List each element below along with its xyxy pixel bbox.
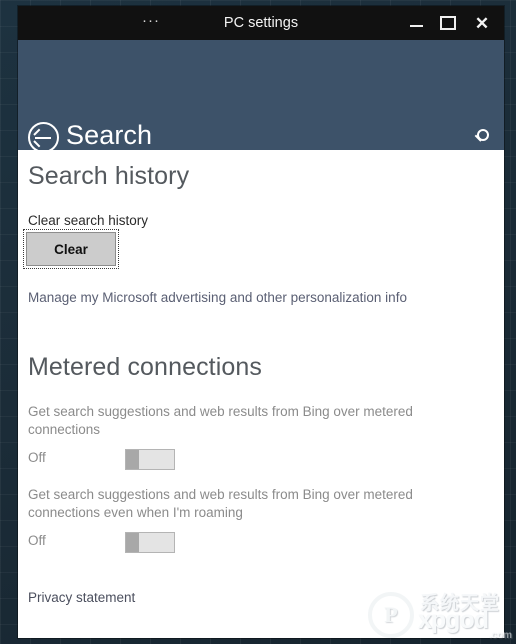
section-heading-metered-connections: Metered connections: [28, 353, 262, 381]
back-arrow-icon[interactable]: [28, 122, 59, 153]
pc-settings-window: ··· PC settings ✕ Search Search history …: [18, 6, 504, 638]
close-button[interactable]: ✕: [466, 6, 498, 40]
settings-content: Search history Clear search history Clea…: [18, 150, 504, 638]
toggle-thumb: [126, 533, 139, 552]
metered-bing-toggle-state: Off: [28, 450, 46, 465]
back-arrow-glyph: [35, 136, 51, 139]
privacy-statement-link[interactable]: Privacy statement: [28, 590, 135, 605]
metered-roaming-toggle[interactable]: [125, 532, 175, 553]
metered-roaming-toggle-row: Off: [28, 532, 268, 554]
close-icon: ✕: [474, 13, 490, 33]
minimize-button[interactable]: [400, 6, 432, 40]
toggle-thumb: [126, 450, 139, 469]
metered-bing-toggle[interactable]: [125, 449, 175, 470]
section-heading-search-history: Search history: [28, 162, 190, 190]
search-icon[interactable]: [472, 129, 492, 149]
metered-bing-description: Get search suggestions and web results f…: [28, 404, 413, 437]
manage-advertising-link[interactable]: Manage my Microsoft advertising and othe…: [28, 290, 407, 305]
maximize-button[interactable]: [432, 6, 464, 40]
metered-bing-toggle-row: Off: [28, 449, 268, 471]
page-header: Search: [18, 40, 504, 153]
metered-roaming-toggle-state: Off: [28, 533, 46, 548]
minimize-icon: [409, 25, 423, 27]
window-titlebar: ··· PC settings ✕: [18, 6, 504, 40]
clear-search-history-label: Clear search history: [28, 213, 149, 228]
clear-button[interactable]: Clear: [23, 229, 119, 269]
metered-roaming-description: Get search suggestions and web results f…: [28, 487, 413, 520]
page-title: Search: [66, 120, 153, 150]
maximize-icon: [440, 16, 456, 30]
